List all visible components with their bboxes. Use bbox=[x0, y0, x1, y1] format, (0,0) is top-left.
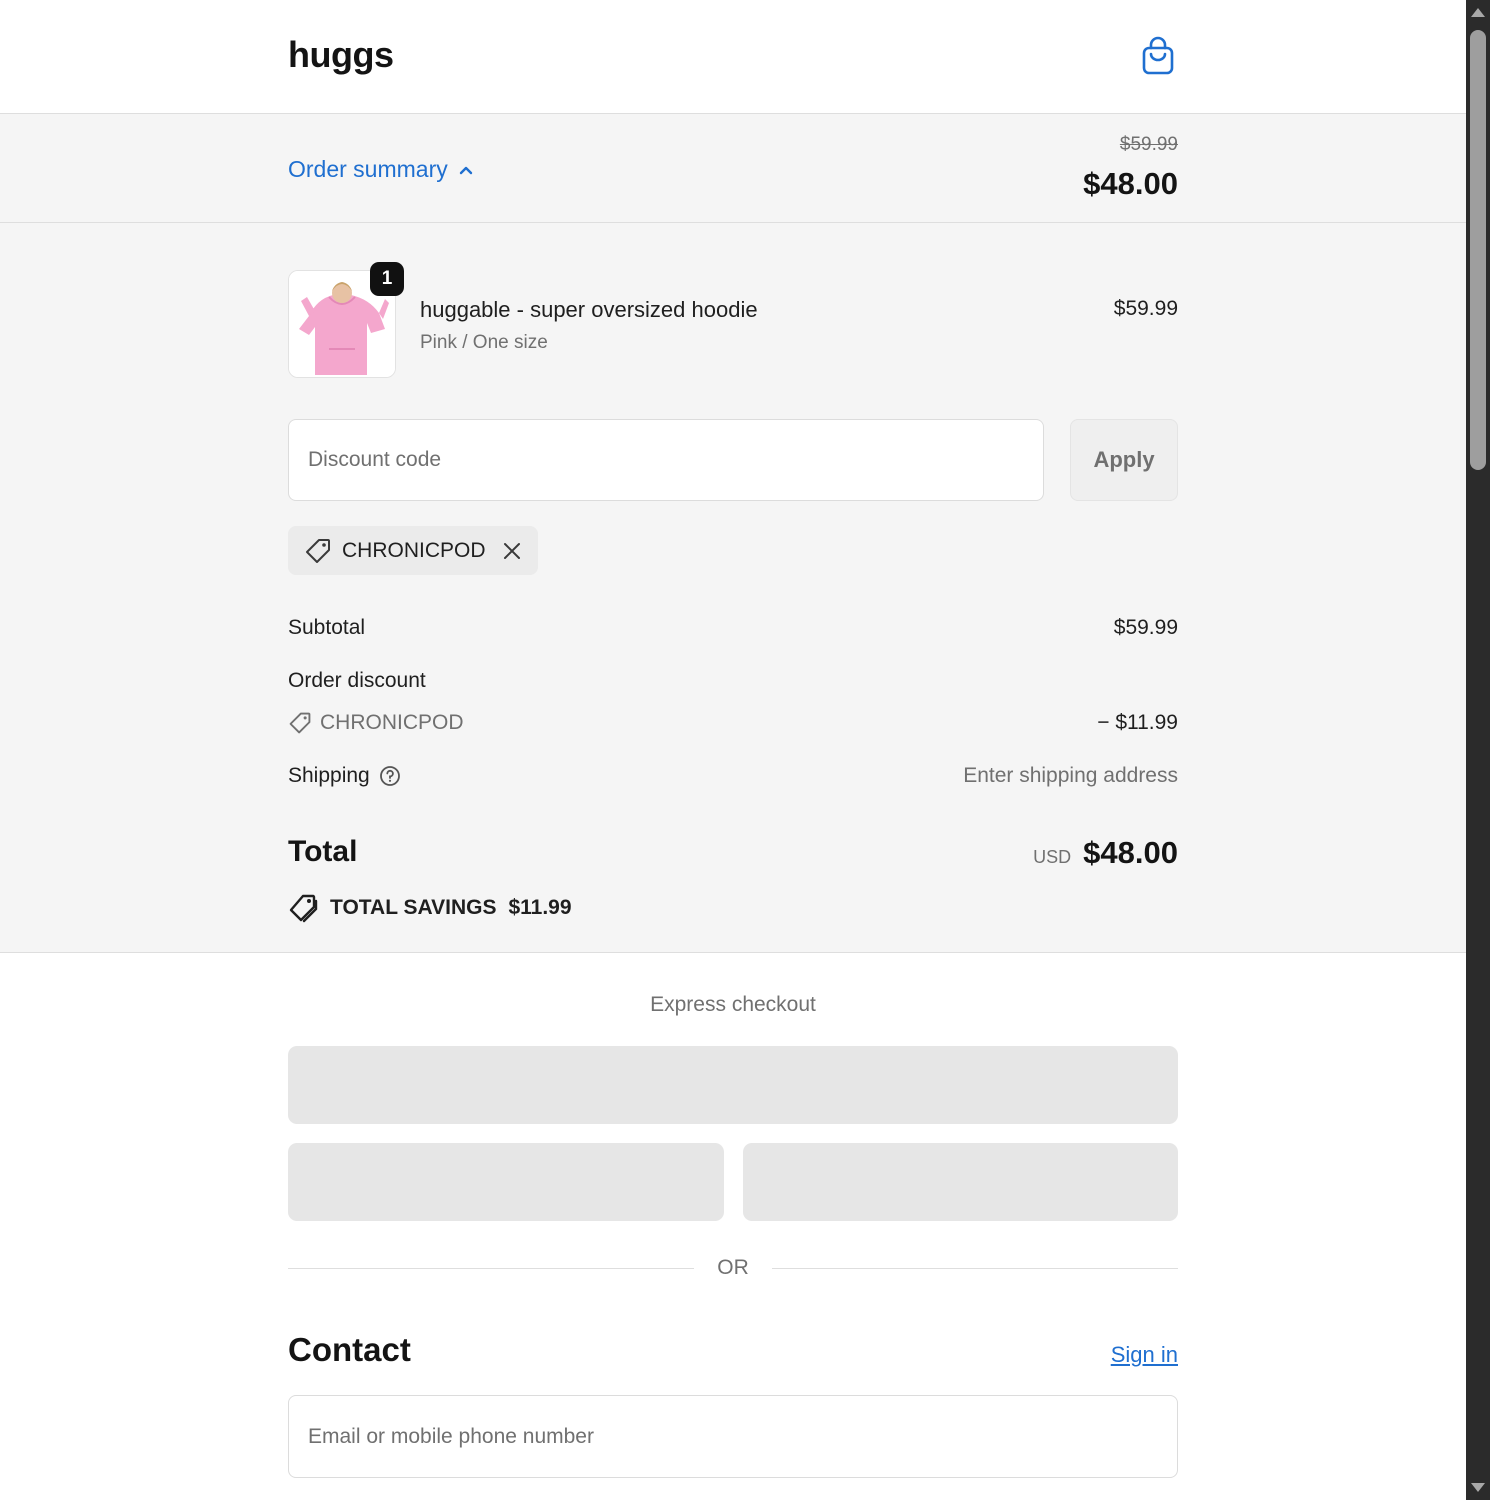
discount-code-input[interactable] bbox=[289, 420, 1043, 500]
order-summary-toggle[interactable]: Order summary bbox=[288, 156, 474, 183]
shipping-label: Shipping bbox=[288, 764, 370, 787]
total-savings: TOTAL SAVINGS $11.99 bbox=[288, 893, 572, 923]
help-circle-icon[interactable] bbox=[379, 765, 401, 787]
savings-label: TOTAL SAVINGS bbox=[330, 896, 497, 919]
subtotal-value: $59.99 bbox=[1113, 616, 1178, 639]
tags-icon bbox=[289, 894, 318, 923]
scrollbar-thumb[interactable] bbox=[1470, 30, 1486, 470]
line-item: 1 huggable - super oversized hoodie Pink… bbox=[288, 262, 1178, 380]
tag-icon bbox=[306, 538, 330, 563]
express-pay-button-1[interactable] bbox=[288, 1046, 1178, 1124]
tag-icon bbox=[289, 712, 311, 734]
divider-right bbox=[772, 1268, 1178, 1269]
remove-discount-button[interactable] bbox=[502, 541, 522, 561]
scroll-down-arrow-icon[interactable] bbox=[1471, 1483, 1485, 1492]
chevron-up-icon bbox=[459, 166, 472, 174]
or-divider-label: OR bbox=[717, 1256, 749, 1279]
shopping-bag-icon bbox=[1142, 36, 1174, 75]
discount-code-field[interactable] bbox=[288, 419, 1044, 501]
savings-value: $11.99 bbox=[508, 896, 572, 919]
subtotal-label: Subtotal bbox=[288, 616, 366, 639]
applied-discount-chip: CHRONICPOD bbox=[288, 526, 538, 575]
quantity-badge: 1 bbox=[370, 262, 404, 296]
original-price: $59.99 bbox=[1119, 134, 1178, 155]
summary-total-price: $48.00 bbox=[1083, 166, 1178, 201]
close-icon bbox=[503, 542, 520, 559]
subtotal-row: Subtotal $59.99 bbox=[288, 616, 1178, 640]
order-discount-label: Order discount bbox=[288, 669, 426, 692]
divider-left bbox=[288, 1268, 694, 1269]
product-price: $59.99 bbox=[1113, 297, 1178, 320]
scrollbar[interactable] bbox=[1466, 0, 1490, 1500]
order-summary-bar: Order summary $59.99 $48.00 bbox=[0, 114, 1466, 223]
apply-discount-button[interactable]: Apply bbox=[1070, 419, 1178, 501]
product-variant: Pink / One size bbox=[420, 332, 548, 353]
sign-in-link[interactable]: Sign in bbox=[1111, 1342, 1178, 1368]
total-value: $48.00 bbox=[1083, 835, 1178, 870]
express-pay-button-3[interactable] bbox=[743, 1143, 1178, 1221]
order-discount-row: Order discount bbox=[288, 669, 1178, 693]
total-label: Total bbox=[288, 835, 358, 868]
applied-discount-code: CHRONICPOD bbox=[342, 538, 486, 562]
shipping-value: Enter shipping address bbox=[963, 764, 1178, 787]
express-checkout-title: Express checkout bbox=[650, 993, 816, 1016]
scroll-up-arrow-icon[interactable] bbox=[1471, 8, 1485, 17]
email-field[interactable] bbox=[288, 1395, 1178, 1478]
express-pay-button-2[interactable] bbox=[288, 1143, 724, 1221]
discount-value: − $11.99 bbox=[1097, 711, 1178, 734]
shipping-row: Shipping Enter shipping address bbox=[288, 764, 1178, 788]
email-input[interactable] bbox=[289, 1396, 1177, 1477]
discount-code-row: CHRONICPOD − $11.99 bbox=[288, 711, 1178, 735]
cart-button[interactable] bbox=[1138, 36, 1178, 78]
store-logo[interactable]: huggs bbox=[288, 34, 394, 76]
checkout-page: huggs Order summary $59.99 $48.00 1 hugg… bbox=[0, 0, 1466, 1500]
header: huggs bbox=[0, 0, 1466, 114]
currency-code: USD bbox=[1033, 847, 1072, 867]
order-summary-label: Order summary bbox=[288, 156, 448, 182]
order-summary-panel: 1 huggable - super oversized hoodie Pink… bbox=[0, 223, 1466, 953]
product-name: huggable - super oversized hoodie bbox=[420, 297, 758, 322]
contact-heading: Contact bbox=[288, 1331, 411, 1368]
total-amount: USD $48.00 bbox=[1033, 835, 1178, 871]
discount-code-label: CHRONICPOD bbox=[320, 711, 464, 734]
